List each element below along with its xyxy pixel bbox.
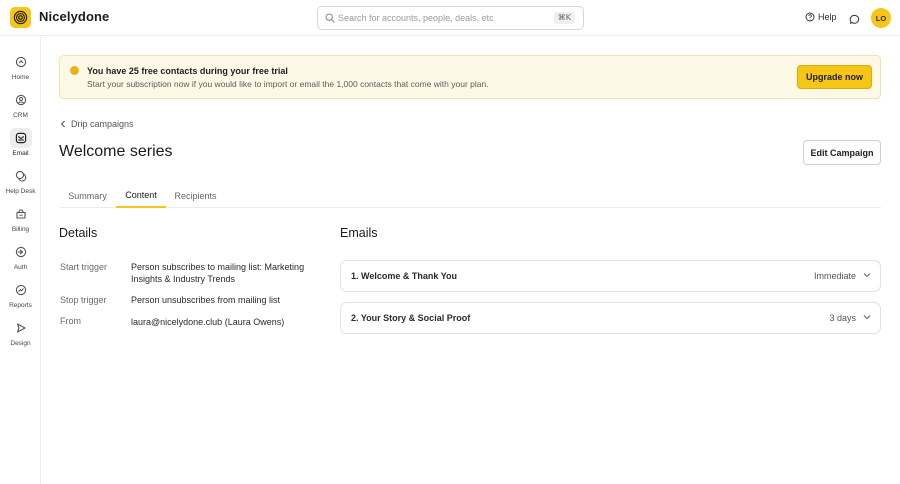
app-logo[interactable] (10, 7, 31, 28)
sidebar-item-label: Reports (9, 302, 32, 309)
sidebar-item-label: Design (10, 340, 31, 347)
reports-icon (15, 284, 26, 296)
auth-icon (15, 246, 26, 258)
crm-icon (15, 94, 26, 106)
email-item-title: 1. Welcome & Thank You (351, 271, 458, 281)
stop-trigger-label: Stop trigger (60, 295, 107, 305)
tab-content[interactable]: Content (116, 184, 166, 208)
details-heading: Details (59, 226, 98, 240)
sidebar-item-auth[interactable]: Auth (0, 239, 41, 275)
email-item[interactable]: 2. Your Story & Social Proof 3 days (340, 302, 881, 334)
sidebar-item-label: Help Desk (5, 188, 36, 195)
banner-subtitle: Start your subscription now if you would… (87, 79, 489, 89)
page-title: Welcome series (59, 143, 173, 160)
logo-icon (13, 10, 28, 25)
sidebar-item-help-desk[interactable]: Help Desk (0, 163, 41, 199)
design-icon (16, 323, 26, 333)
chevron-down-icon[interactable] (863, 314, 871, 320)
help-circle-icon (805, 12, 815, 22)
sidebar-item-design[interactable]: Design (0, 315, 41, 351)
help-label: Help (818, 12, 837, 22)
email-item-title: 2. Your Story & Social Proof (351, 313, 471, 323)
edit-campaign-button[interactable]: Edit Campaign (803, 140, 881, 165)
sidebar-item-label: Email (12, 150, 29, 157)
sidebar-item-email[interactable]: Email (0, 125, 41, 161)
tab-summary[interactable]: Summary (59, 184, 116, 208)
info-dot-icon (70, 66, 79, 75)
email-item-delay: 3 days (829, 313, 856, 323)
breadcrumb-label: Drip campaigns (71, 119, 134, 129)
email-item-delay: Immediate (813, 271, 856, 281)
sidebar: Home CRM Email Help Desk Billing Auth Re… (0, 37, 41, 484)
stop-trigger-value: Person unsubscribes from mailing list (131, 295, 281, 305)
chevron-left-icon (60, 120, 65, 128)
upgrade-now-button[interactable]: Upgrade now (797, 65, 872, 89)
trial-banner: You have 25 free contacts during your fr… (59, 55, 881, 99)
billing-icon (15, 209, 26, 219)
sidebar-item-home[interactable]: Home (0, 49, 41, 85)
tab-bar: Summary Content Recipients (59, 184, 881, 208)
top-bar: Nicelydone ⌘K Help LO (0, 0, 900, 36)
search-input[interactable] (338, 10, 558, 26)
tab-recipients[interactable]: Recipients (166, 184, 225, 208)
search-shortcut-badge: ⌘K (553, 12, 575, 24)
sidebar-item-label: CRM (13, 112, 28, 119)
email-icon (15, 132, 26, 144)
start-trigger-label: Start trigger (60, 262, 108, 272)
help-desk-icon (15, 170, 26, 182)
from-label: From (60, 316, 81, 326)
sidebar-item-label: Auth (13, 264, 28, 271)
sidebar-item-reports[interactable]: Reports (0, 277, 41, 313)
global-search[interactable]: ⌘K (317, 6, 584, 30)
chevron-down-icon[interactable] (863, 272, 871, 278)
sidebar-item-billing[interactable]: Billing (0, 201, 41, 237)
emails-heading: Emails (340, 226, 378, 240)
from-value: laura@nicelydone.club (Laura Owens) (131, 317, 285, 327)
start-trigger-value: Person subscribes to mailing list: Marke… (131, 262, 305, 284)
chat-button[interactable] (849, 12, 860, 30)
sidebar-item-label: Home (11, 74, 30, 81)
search-icon (325, 13, 335, 23)
help-button[interactable]: Help (805, 12, 837, 22)
email-item[interactable]: 1. Welcome & Thank You Immediate (340, 260, 881, 292)
sidebar-item-label: Billing (11, 226, 30, 233)
sidebar-item-crm[interactable]: CRM (0, 87, 41, 123)
home-icon (15, 56, 26, 68)
app-name: Nicelydone (39, 9, 110, 24)
user-avatar[interactable]: LO (871, 8, 891, 28)
banner-title: You have 25 free contacts during your fr… (87, 66, 288, 76)
breadcrumb[interactable]: Drip campaigns (60, 119, 134, 129)
chat-bubble-icon (849, 14, 860, 24)
